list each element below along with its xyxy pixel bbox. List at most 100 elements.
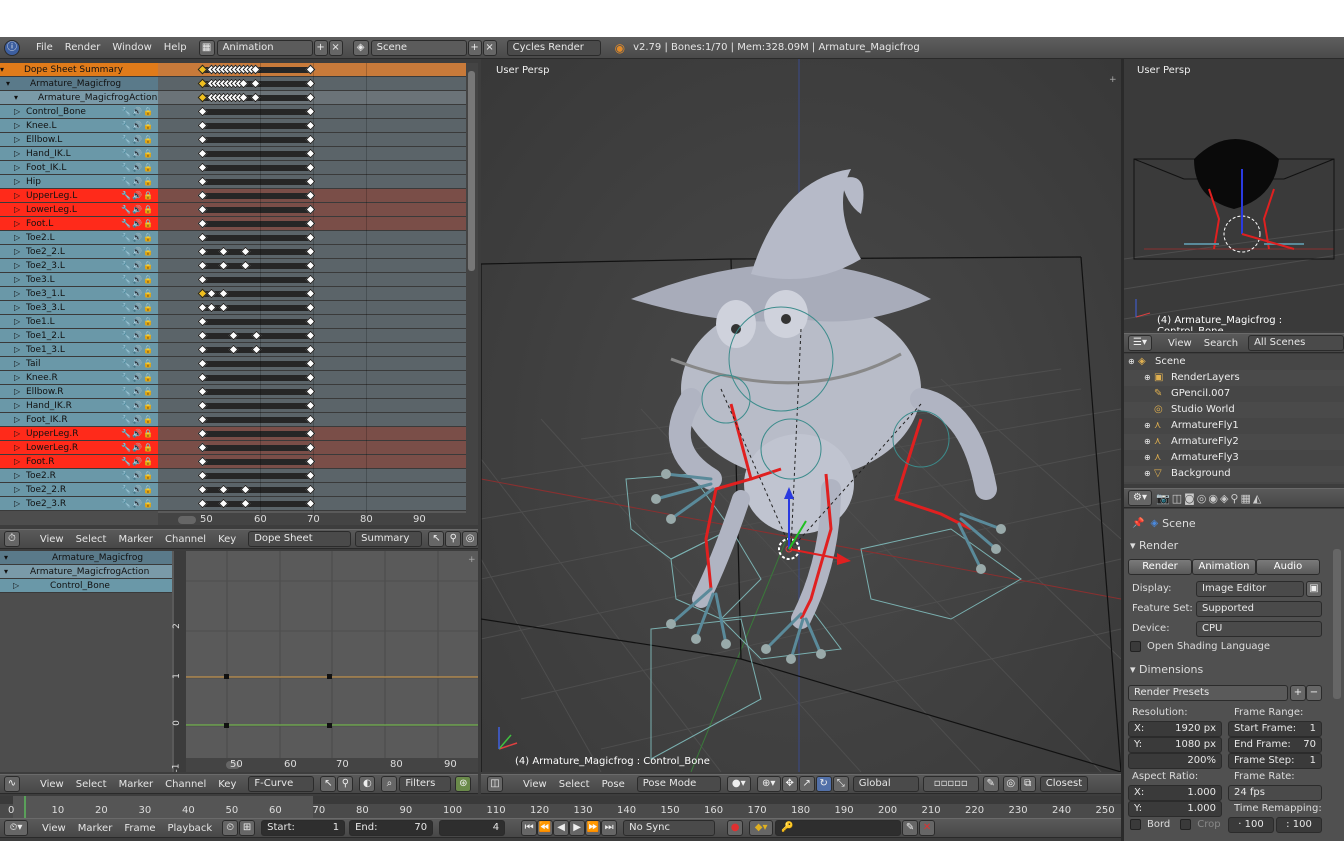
expand-arrow-icon[interactable]: ▷: [14, 357, 20, 370]
pin-icon[interactable]: 📌: [1132, 518, 1144, 529]
frame-step-field[interactable]: Frame Step: 1: [1228, 753, 1322, 769]
channel-row[interactable]: ▷ Hand_IK.R 🔧🔊🔒: [0, 399, 158, 413]
3d-viewport[interactable]: User Persp (4) Armature_Magicfrog : Cont…: [481, 59, 1121, 772]
render-tab-button[interactable]: Render: [1128, 559, 1192, 575]
channel-row[interactable]: ▷ Ellbow.L 🔧🔊🔒: [0, 133, 158, 147]
expand-icon[interactable]: ⊕: [1144, 450, 1154, 466]
viewport-editor-type-icon[interactable]: ◫: [487, 776, 503, 792]
proportional-icon[interactable]: ◎: [1002, 776, 1019, 792]
expand-arrow-icon[interactable]: ▷: [14, 175, 20, 188]
feature-set-select[interactable]: Supported: [1196, 601, 1322, 617]
menu-playback[interactable]: Playback: [161, 823, 218, 834]
mode-select[interactable]: Pose Mode: [636, 776, 721, 792]
expand-arrow-icon[interactable]: ▷: [14, 259, 20, 272]
crop-checkbox[interactable]: [1180, 819, 1192, 830]
menu-channel[interactable]: Channel: [159, 534, 212, 545]
open-shading-checkbox[interactable]: [1130, 641, 1141, 652]
channel-toggle-icons[interactable]: 🔧🔊🔒: [121, 245, 154, 258]
aspect-x-field[interactable]: X: 1.000: [1128, 785, 1222, 801]
info-editor-icon[interactable]: ⓘ: [4, 39, 20, 56]
graph-channel-row[interactable]: ▷ Control_Bone: [0, 579, 172, 593]
channel-row[interactable]: ▷ Hip 🔧🔊🔒: [0, 175, 158, 189]
channel-row[interactable]: ▷ Toe1_3.L 🔧🔊🔒: [0, 343, 158, 357]
jump-start-icon[interactable]: ⏮: [521, 820, 538, 836]
render-section-header[interactable]: ▾ Render: [1130, 539, 1178, 552]
channel-row[interactable]: ▷ Foot_IK.L 🔧🔊🔒: [0, 161, 158, 175]
channel-row[interactable]: ▷ Toe3_3.L 🔧🔊🔒: [0, 301, 158, 315]
menu-marker[interactable]: Marker: [113, 779, 160, 790]
channel-row[interactable]: ▷ Toe1.L 🔧🔊🔒: [0, 315, 158, 329]
normalize-icon[interactable]: ◐: [359, 776, 376, 792]
expand-arrow-icon[interactable]: ▷: [14, 203, 20, 216]
expand-arrow-icon[interactable]: ▷: [14, 441, 20, 454]
channel-row[interactable]: ▷ Toe2_3.L 🔧🔊🔒: [0, 259, 158, 273]
frame-rate-select[interactable]: 24 fps: [1228, 785, 1322, 801]
auto-snap-icon[interactable]: ⊛: [455, 776, 472, 792]
expand-arrow-icon[interactable]: ▷: [14, 329, 20, 342]
scale-icon[interactable]: ⤡: [832, 776, 849, 792]
expand-icon[interactable]: ⊕: [1128, 354, 1138, 370]
menu-select[interactable]: Select: [70, 779, 113, 790]
channel-toggle-icons[interactable]: 🔧🔊🔒: [121, 189, 154, 202]
only-errors-icon[interactable]: ◎: [462, 531, 479, 547]
layers-grid[interactable]: ▫▫▫▫▫: [922, 776, 979, 792]
outliner-item[interactable]: ⊕ ◈ Scene: [1124, 354, 1344, 370]
expand-arrow-icon[interactable]: ▷: [14, 301, 20, 314]
expand-arrow-icon[interactable]: ▷: [14, 427, 20, 440]
play-reverse-icon[interactable]: ◀: [553, 820, 570, 836]
channel-toggle-icons[interactable]: 🔧🔊🔒: [121, 371, 154, 384]
preview-range-icon[interactable]: ⏲: [222, 820, 239, 836]
menu-channel[interactable]: Channel: [159, 779, 212, 790]
ruler-scroll-handle[interactable]: [178, 516, 196, 524]
add-preset-icon[interactable]: +: [1290, 685, 1306, 701]
channel-toggle-icons[interactable]: 🔧🔊🔒: [121, 161, 154, 174]
channel-toggle-icons[interactable]: 🔧🔊🔒: [121, 441, 154, 454]
expand-arrow-icon[interactable]: ▷: [14, 469, 20, 482]
outliner-item[interactable]: ⊕ ⋏ ArmatureFly1: [1124, 418, 1344, 434]
manipulator-toggle-icon[interactable]: ✥: [781, 776, 798, 792]
remove-preset-icon[interactable]: −: [1306, 685, 1322, 701]
time-new-field[interactable]: : 100: [1276, 817, 1322, 833]
keying-set-field[interactable]: 🔑: [775, 820, 902, 836]
channel-row[interactable]: ▷ LowerLeg.R 🔧🔊🔒: [0, 441, 158, 455]
channel-toggle-icons[interactable]: 🔧🔊🔒: [121, 385, 154, 398]
graph-channel-row[interactable]: ▾ Armature_Magicfrog: [0, 551, 172, 565]
outliner-item[interactable]: ✎ GPencil.007: [1124, 386, 1344, 402]
channel-toggle-icons[interactable]: 🔧🔊🔒: [121, 301, 154, 314]
channel-row[interactable]: ▷ Foot.L 🔧🔊🔒: [0, 217, 158, 231]
time-old-field[interactable]: · 100: [1228, 817, 1274, 833]
expand-arrow-icon[interactable]: ▷: [14, 105, 20, 118]
expand-arrow-icon[interactable]: ▷: [13, 579, 19, 592]
expand-arrow-icon[interactable]: ▷: [14, 399, 20, 412]
menu-view[interactable]: View: [34, 779, 70, 790]
expand-arrow-icon[interactable]: ▷: [14, 483, 20, 496]
resolution-percent-field[interactable]: 200%: [1128, 753, 1222, 769]
outliner-filter-select[interactable]: All Scenes: [1248, 335, 1344, 351]
expand-arrow-icon[interactable]: ▷: [14, 385, 20, 398]
channel-row[interactable]: ▷ Foot.R 🔧🔊🔒: [0, 455, 158, 469]
keying-set-icon[interactable]: ◆▾: [749, 820, 774, 836]
channel-row[interactable]: ▷ LowerLeg.L 🔧🔊🔒: [0, 203, 158, 217]
resolution-y-field[interactable]: Y: 1080 px: [1128, 737, 1222, 753]
channel-row[interactable]: ▷ Ellbow.R 🔧🔊🔒: [0, 385, 158, 399]
channel-row[interactable]: ▷ Foot_IK.R 🔧🔊🔒: [0, 413, 158, 427]
search-filter-icon[interactable]: ⌕: [381, 776, 398, 792]
layout-icon[interactable]: ▦: [198, 39, 215, 56]
channel-row[interactable]: ▷ Toe3_1.L 🔧🔊🔒: [0, 287, 158, 301]
pivot-icon[interactable]: ⊕▾: [756, 776, 781, 792]
expand-arrow-icon[interactable]: ▷: [14, 161, 20, 174]
expand-arrow-icon[interactable]: ▷: [14, 455, 20, 468]
sync-select[interactable]: No Sync: [623, 820, 716, 836]
end-frame-timeline-field[interactable]: End: 70: [349, 820, 434, 836]
display-select[interactable]: Image Editor: [1196, 581, 1304, 597]
remove-layout-icon[interactable]: ×: [328, 39, 343, 56]
channel-toggle-icons[interactable]: 🔧🔊🔒: [121, 105, 154, 118]
channel-row[interactable]: ▾ Armature_Magicfrog: [0, 77, 158, 91]
expand-arrow-icon[interactable]: ▾: [6, 77, 10, 90]
channel-toggle-icons[interactable]: 🔧🔊🔒: [121, 175, 154, 188]
insert-key-icon[interactable]: ✎: [902, 820, 919, 836]
channel-toggle-icons[interactable]: 🔧🔊🔒: [121, 231, 154, 244]
properties-context-tabs[interactable]: 📷◫◙◎◉◈⚲▦◭: [1156, 492, 1263, 505]
camera-viewport[interactable]: User Persp (4) Armature_Magicfrog : Cont…: [1124, 59, 1344, 331]
channel-row[interactable]: ▷ Toe3.L 🔧🔊🔒: [0, 273, 158, 287]
